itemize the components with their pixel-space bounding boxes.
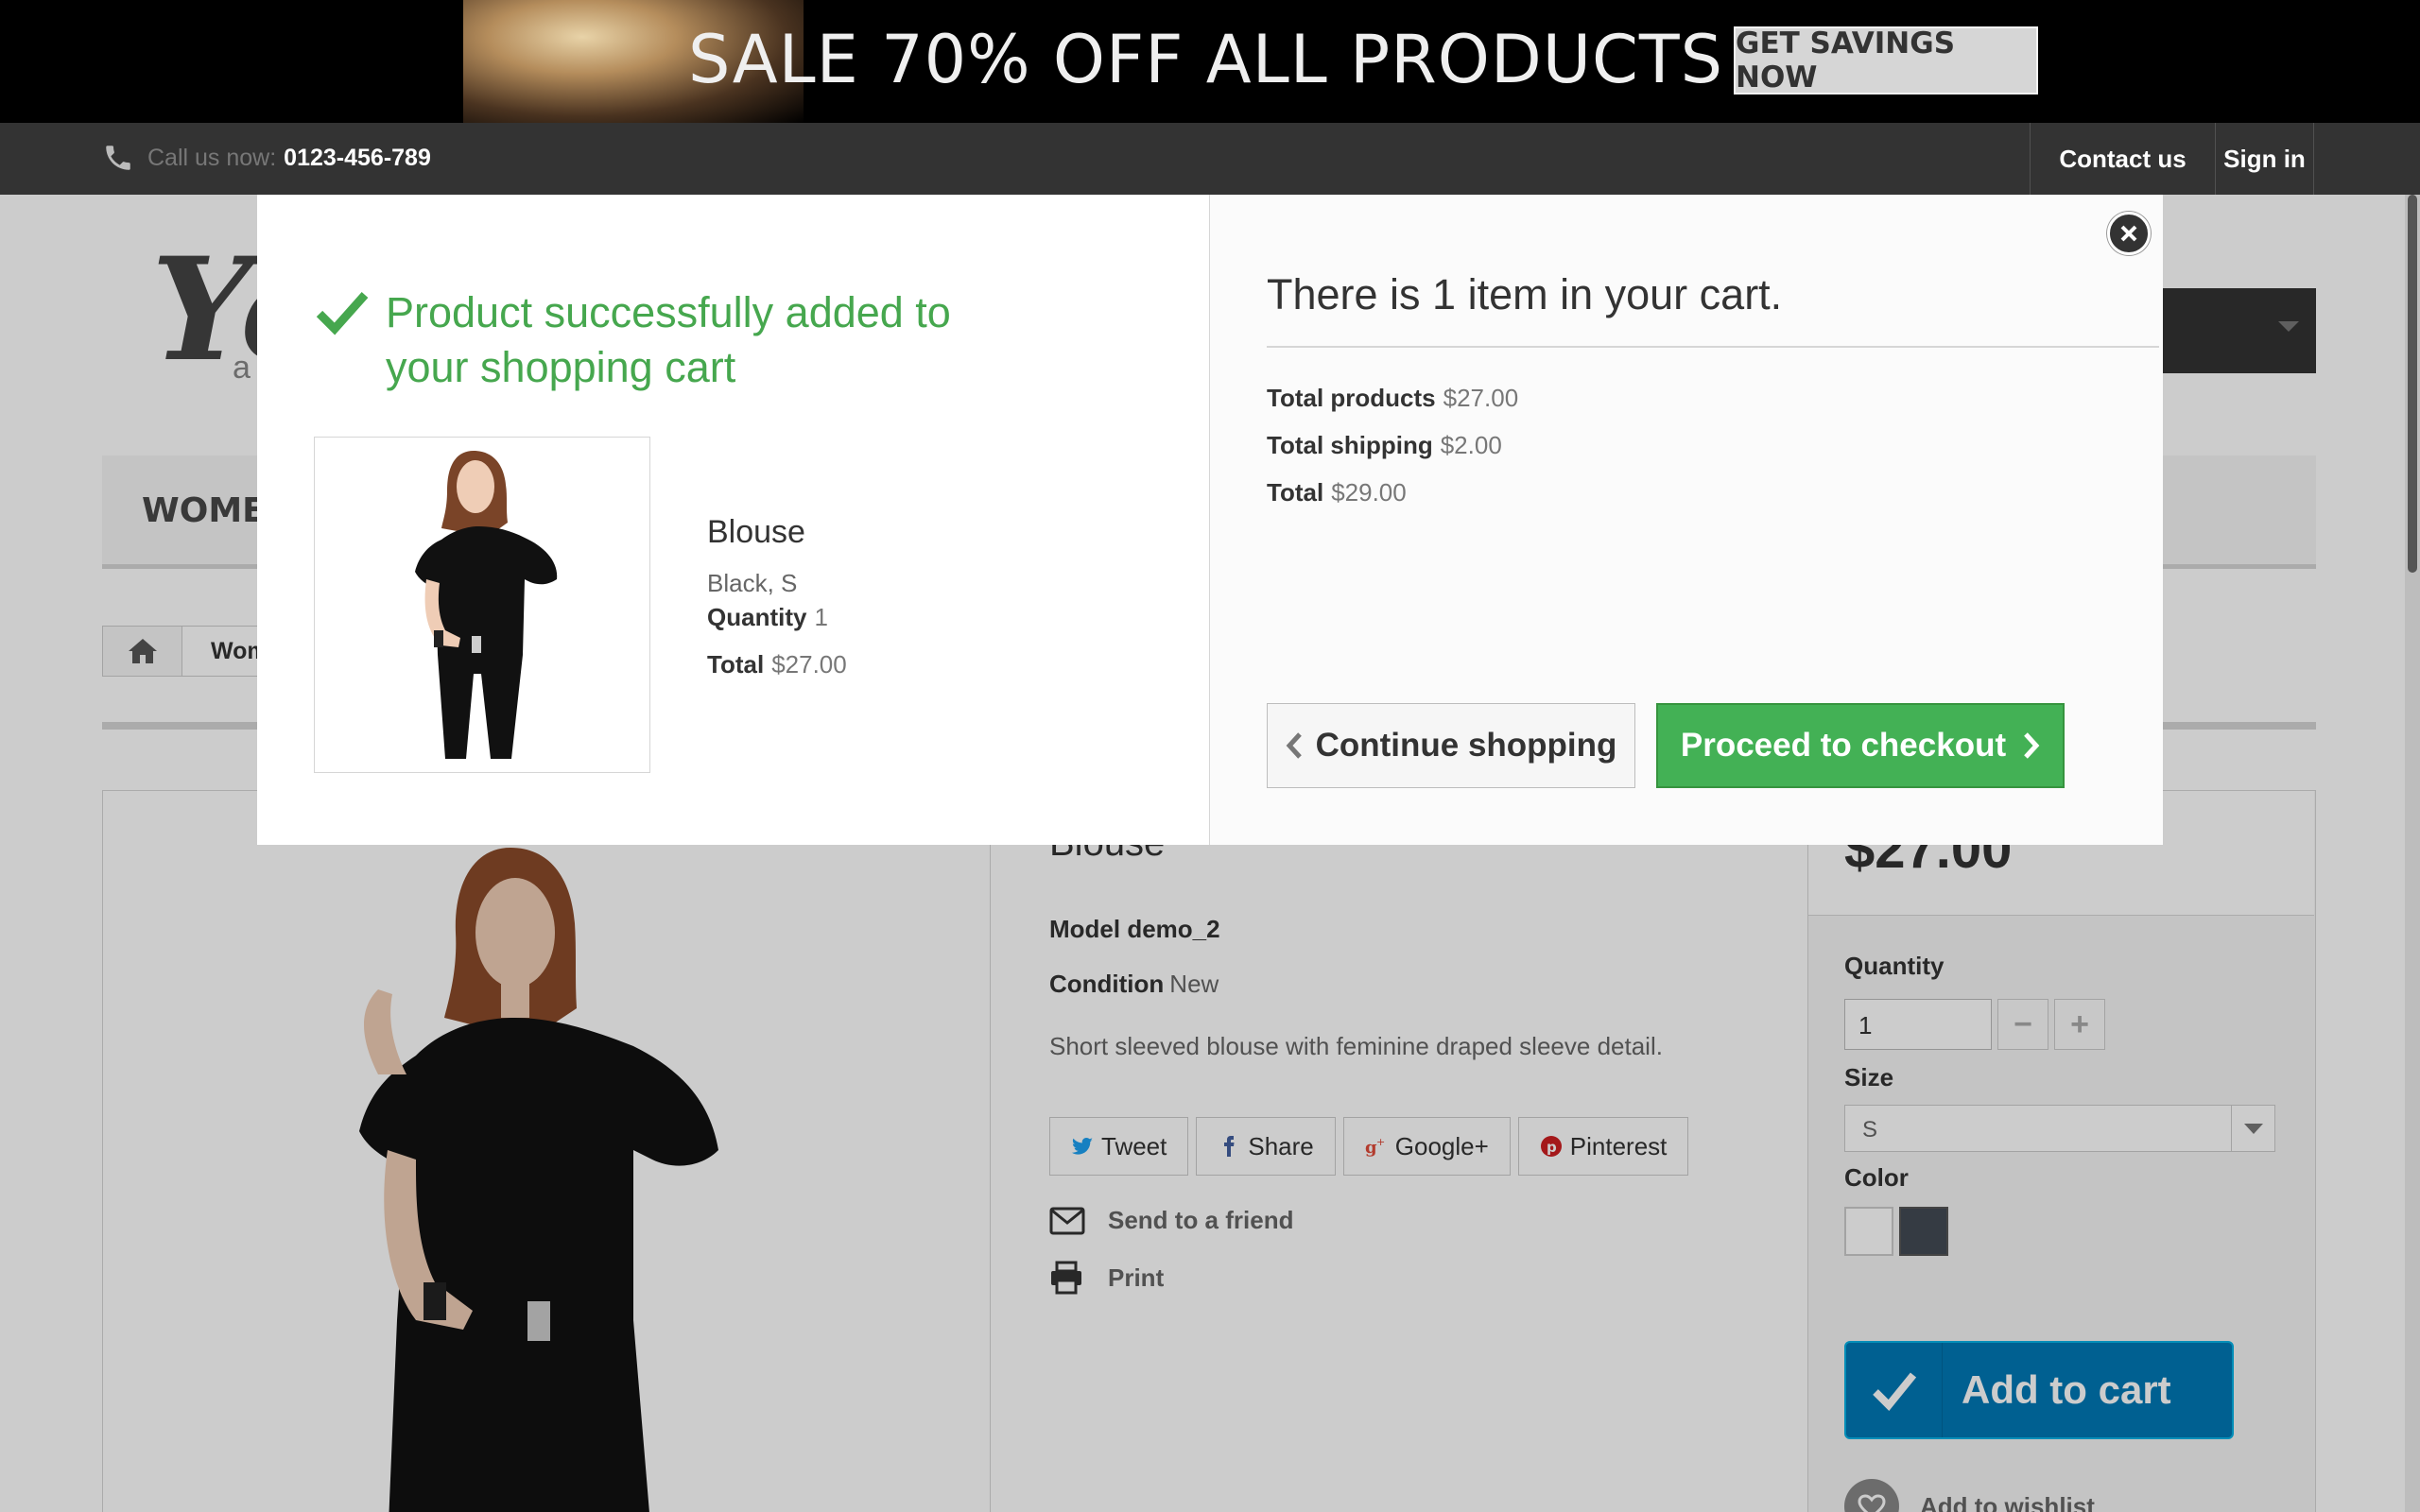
grand-total-key: Total [1267, 478, 1324, 507]
modal-product-attributes: Black, S [707, 569, 798, 597]
chevron-left-icon [1286, 732, 1302, 759]
model-thumbnail-image [415, 451, 558, 759]
total-shipping-key: Total shipping [1267, 431, 1433, 459]
phone-icon [106, 146, 130, 170]
modal-cart-summary-panel: There is 1 item in your cart. Total prod… [1210, 195, 2163, 845]
total-shipping-row: Total shipping $2.00 [1267, 431, 1502, 460]
chevron-right-icon [2024, 732, 2040, 759]
promo-banner[interactable]: SALE 70% OFF ALL PRODUCTS GET SAVINGS NO… [0, 0, 2420, 123]
continue-shopping-label: Continue shopping [1315, 727, 1617, 764]
modal-total-key: Total [707, 650, 765, 679]
total-products-value: $27.00 [1443, 384, 1519, 412]
summary-divider [1267, 346, 2159, 348]
banner-headline: SALE 70% OFF ALL PRODUCTS [688, 21, 1724, 98]
grand-total-value: $29.00 [1331, 478, 1407, 507]
success-text: Product successfully added to your shopp… [386, 288, 951, 391]
top-nav-bar: Call us now: 0123-456-789 Contact us Sig… [0, 123, 2420, 195]
cart-confirmation-modal: Product successfully added to your shopp… [257, 195, 2163, 845]
phone-number: 0123-456-789 [284, 144, 431, 171]
modal-product-name: Blouse [707, 514, 805, 550]
cart-item-count: There is 1 item in your cart. [1267, 270, 1783, 318]
total-shipping-value: $2.00 [1440, 431, 1502, 459]
modal-quantity-key: Quantity [707, 603, 807, 631]
phone-label: Call us now: [147, 144, 277, 171]
proceed-to-checkout-label: Proceed to checkout [1680, 727, 2007, 764]
sign-in-link[interactable]: Sign in [2215, 123, 2314, 195]
phone-info: Call us now: 0123-456-789 [102, 142, 431, 174]
continue-shopping-button[interactable]: Continue shopping [1267, 703, 1635, 788]
modal-product-total-row: Total $27.00 [707, 650, 847, 679]
modal-quantity-value: 1 [814, 603, 828, 631]
contact-us-link[interactable]: Contact us [2030, 123, 2215, 195]
modal-total-value: $27.00 [771, 650, 847, 679]
get-savings-button[interactable]: GET SAVINGS NOW [1734, 26, 2038, 94]
close-icon [2120, 225, 2137, 242]
grand-total-row: Total $29.00 [1267, 478, 1407, 507]
total-products-key: Total products [1267, 384, 1436, 412]
total-products-row: Total products $27.00 [1267, 384, 1518, 413]
proceed-to-checkout-button[interactable]: Proceed to checkout [1656, 703, 2065, 788]
modal-close-button[interactable] [2107, 212, 2151, 255]
product-thumbnail [314, 437, 650, 773]
success-message: Product successfully added to your shopp… [316, 285, 991, 395]
modal-quantity-row: Quantity 1 [707, 603, 828, 632]
success-check-icon [316, 292, 369, 335]
modal-product-panel: Product successfully added to your shopp… [257, 195, 1210, 845]
